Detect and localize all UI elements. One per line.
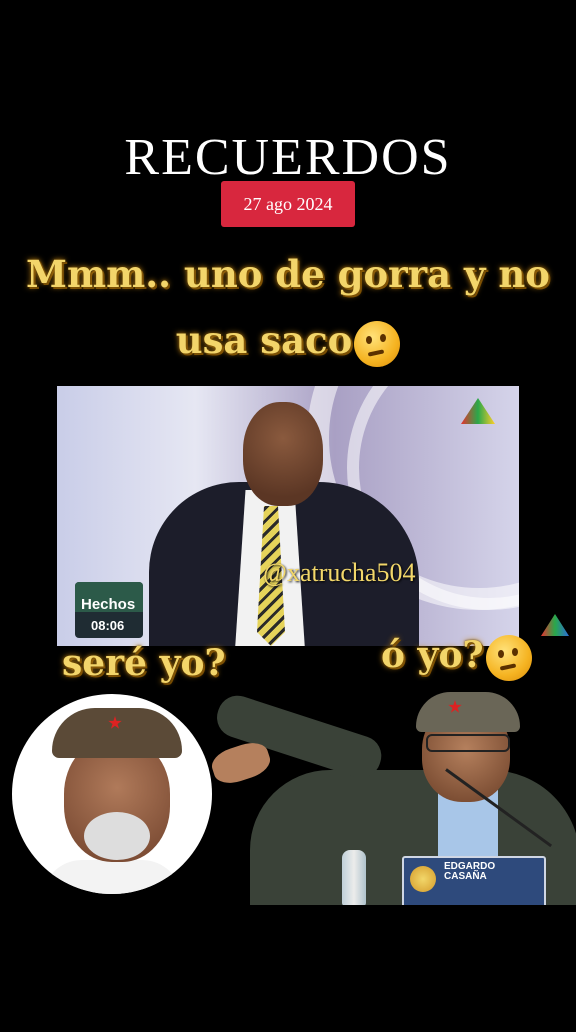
channel-logo-icon	[541, 614, 569, 636]
caption-top-line1: Mmm.. uno de gorra y no	[26, 252, 550, 296]
nameplate-name: EDGARDO CASAÑA	[444, 861, 496, 882]
page-title: RECUERDOS	[124, 129, 452, 186]
speaker-photo: EDGARDO CASAÑA	[210, 690, 576, 905]
caption-top-line2: usa saco	[0, 318, 576, 367]
date-badge: 27 ago 2024	[221, 181, 355, 227]
watermark: @xatrucha504	[263, 558, 416, 587]
speaker-hand	[210, 737, 274, 789]
glasses-icon	[426, 734, 510, 752]
presenter-head	[243, 402, 323, 506]
video-frame[interactable]: Hechos 08:06 @xatrucha504	[57, 386, 519, 646]
speaker-cap	[416, 692, 520, 732]
program-label: Hechos	[81, 596, 136, 613]
seal-icon	[410, 866, 436, 892]
thinking-face-icon	[354, 320, 401, 367]
caption-left: seré yo?	[62, 642, 226, 684]
caption-top-line2-text: usa saco	[175, 318, 353, 362]
program-time: 08:06	[91, 618, 125, 633]
water-bottle	[342, 850, 366, 905]
caption-right: ó yo?	[381, 634, 532, 681]
portrait-shirt	[42, 860, 182, 894]
portrait-cap	[52, 708, 182, 758]
portrait-beard	[84, 812, 150, 860]
program-badge: Hechos 08:06	[75, 582, 143, 638]
thinking-face-icon	[485, 635, 532, 681]
portrait-circle	[12, 694, 212, 894]
nameplate: EDGARDO CASAÑA	[402, 856, 546, 905]
caption-right-text: ó yo?	[381, 634, 484, 676]
